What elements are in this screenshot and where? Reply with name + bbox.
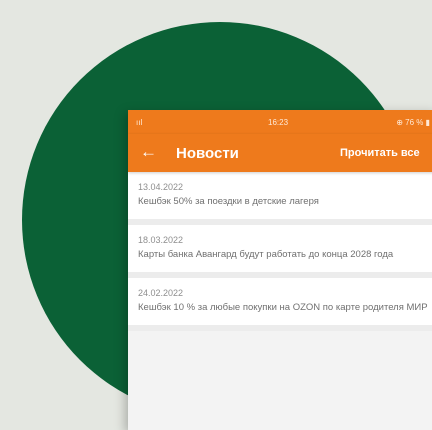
page-title: Новости bbox=[176, 145, 239, 162]
news-date: 13.04.2022 bbox=[138, 182, 184, 192]
signal-icon: ııl bbox=[136, 118, 143, 127]
news-text: Карты банка Авангард будут работать до к… bbox=[138, 249, 394, 260]
status-time: 16:23 bbox=[268, 118, 289, 127]
phone-screen: ııl 16:23 ⊕ 76 % ▮ ← Новости Прочитать в… bbox=[128, 110, 432, 430]
news-date: 24.02.2022 bbox=[138, 288, 184, 298]
back-arrow-icon[interactable]: ← bbox=[140, 142, 160, 162]
news-text: Кешбэк 50% за поездки в детские лагеря bbox=[138, 196, 319, 207]
status-bar: ııl 16:23 ⊕ 76 % ▮ bbox=[128, 110, 432, 134]
news-date: 18.03.2022 bbox=[138, 235, 184, 245]
news-item[interactable]: 18.03.2022 Карты банка Авангард будут ра… bbox=[128, 225, 432, 278]
news-list: 13.04.2022 Кешбэк 50% за поездки в детск… bbox=[128, 172, 432, 331]
battery-icon: ⊕ 76 % ▮ bbox=[396, 118, 430, 127]
news-text: Кешбэк 10 % за любые покупки на OZON по … bbox=[138, 302, 428, 313]
news-item[interactable]: 13.04.2022 Кешбэк 50% за поездки в детск… bbox=[128, 172, 432, 225]
news-item[interactable]: 24.02.2022 Кешбэк 10 % за любые покупки … bbox=[128, 278, 432, 331]
app-bar: ← Новости Прочитать все bbox=[128, 134, 432, 172]
read-all-button[interactable]: Прочитать все bbox=[340, 147, 420, 159]
